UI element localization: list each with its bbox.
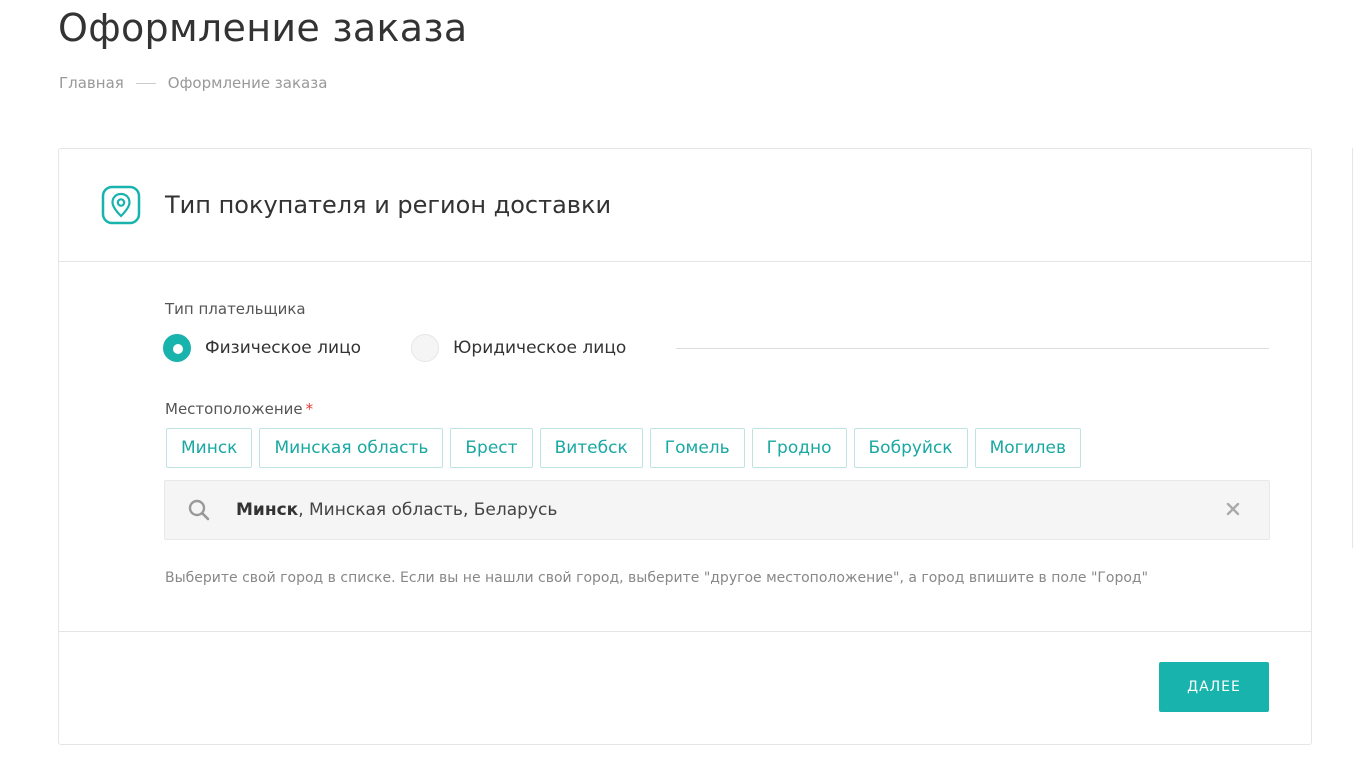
city-chip-minsk-region[interactable]: Минская область — [259, 428, 444, 468]
search-icon — [187, 498, 211, 522]
breadcrumb-separator — [135, 82, 156, 84]
location-label-text: Местоположение — [165, 400, 303, 418]
page-title: Оформление заказа — [58, 6, 468, 50]
city-chip-grodno[interactable]: Гродно — [751, 428, 847, 468]
radio-divider — [676, 347, 1269, 349]
section-body: Тип плательщика Физическое лицо Юридичес… — [59, 262, 1311, 632]
clear-icon[interactable] — [1225, 501, 1241, 517]
radio-individual-control[interactable] — [163, 334, 191, 362]
breadcrumb: Главная Оформление заказа — [59, 74, 327, 92]
location-value-rest: , Минская область, Беларусь — [298, 500, 558, 520]
radio-legal-entity-control[interactable] — [411, 334, 440, 362]
radio-legal-entity-label: Юридическое лицо — [453, 338, 627, 358]
section-header: Тип покупателя и регион доставки — [59, 149, 1311, 262]
checkout-card: Тип покупателя и регион доставки Тип пла… — [58, 148, 1312, 745]
location-label: Местоположение * — [165, 400, 313, 418]
city-chip-brest[interactable]: Брест — [450, 428, 533, 468]
payer-type-radio-group: Физическое лицо Юридическое лицо — [163, 334, 1269, 362]
location-search-input[interactable]: Минск, Минская область, Беларусь — [164, 480, 1270, 540]
city-chip-vitebsk[interactable]: Витебск — [539, 428, 643, 468]
city-chip-gomel[interactable]: Гомель — [649, 428, 745, 468]
radio-individual-label: Физическое лицо — [205, 338, 362, 358]
required-mark: * — [305, 400, 314, 418]
radio-legal-entity[interactable]: Юридическое лицо — [411, 334, 626, 362]
right-edge-panel — [1352, 148, 1357, 548]
radio-individual[interactable]: Физическое лицо — [163, 334, 361, 362]
location-value-city: Минск — [236, 500, 299, 520]
breadcrumb-home-link[interactable]: Главная — [59, 74, 124, 92]
location-hint: Выберите свой город в списке. Если вы не… — [165, 570, 1149, 586]
city-quick-select: Минск Минская область Брест Витебск Гоме… — [166, 428, 1081, 468]
location-value: Минск, Минская область, Беларусь — [236, 500, 557, 520]
breadcrumb-current: Оформление заказа — [167, 74, 328, 92]
city-chip-bobruisk[interactable]: Бобруйск — [853, 428, 968, 468]
city-chip-minsk[interactable]: Минск — [166, 428, 253, 468]
section-title: Тип покупателя и регион доставки — [165, 191, 612, 219]
location-pin-icon — [101, 185, 141, 225]
next-button[interactable]: ДАЛЕЕ — [1159, 662, 1269, 712]
city-chip-mogilev[interactable]: Могилев — [974, 428, 1081, 468]
payer-type-label: Тип плательщика — [165, 300, 306, 318]
